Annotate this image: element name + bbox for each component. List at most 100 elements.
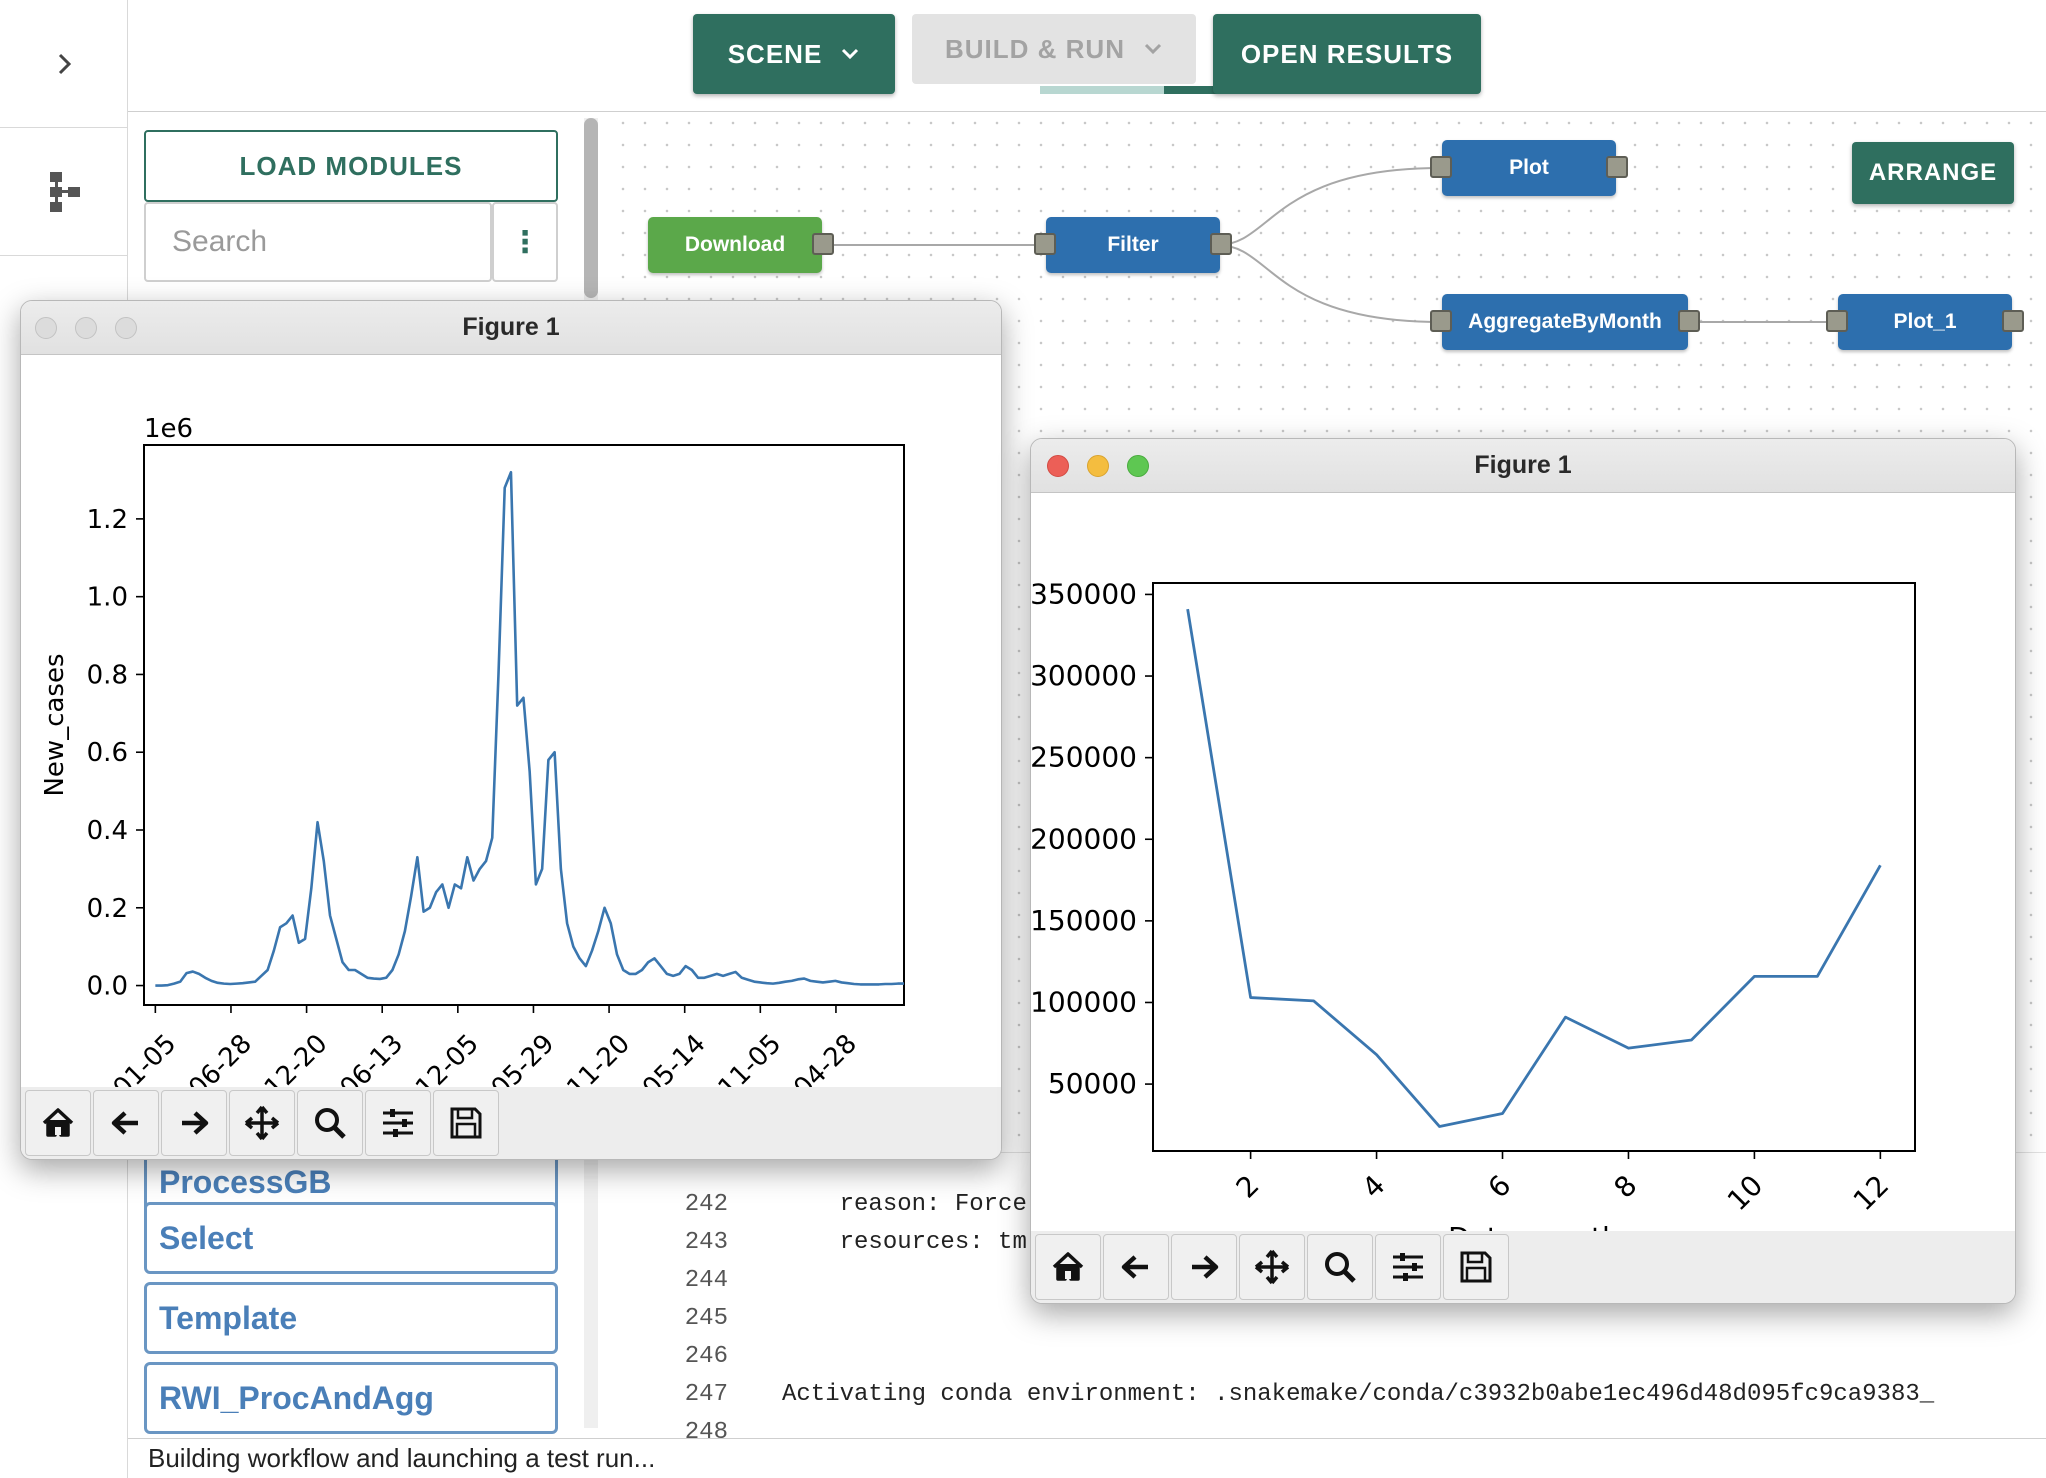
minimize-icon[interactable]	[1087, 455, 1109, 477]
home-tool-button[interactable]	[25, 1090, 91, 1156]
x-tick-label: 11-05	[713, 1029, 788, 1089]
maximize-icon[interactable]	[115, 317, 137, 339]
back-arrow-icon	[1121, 1255, 1148, 1279]
more-options-button[interactable]: ⋮	[492, 202, 558, 282]
y-tick-label: 1.0	[87, 583, 128, 613]
module-item[interactable]: Template	[144, 1282, 558, 1354]
log-line-text: Activating conda environment: .snakemake…	[782, 1380, 1935, 1408]
y-axis-label: New_cases	[40, 653, 70, 796]
forward-arrow-icon	[1192, 1255, 1219, 1279]
top-toolbar: SCENE BUILD & RUN OPEN RESULTS	[128, 0, 2046, 112]
node-download[interactable]: Download	[648, 217, 834, 273]
node-label: Plot_1	[1893, 310, 1957, 333]
load-modules-button[interactable]: LOAD MODULES	[144, 130, 558, 202]
log-line-number: 244	[684, 1266, 728, 1294]
scene-label: SCENE	[727, 38, 823, 69]
search-input[interactable]	[144, 202, 492, 282]
pan-tool-button[interactable]	[1239, 1234, 1305, 1300]
figure-window-2: Figure 1 50000 100000 150000 200000 250000 30…	[1030, 438, 2016, 1304]
new-cases-series-line	[155, 470, 904, 987]
open-results-button[interactable]: OPEN RESULTS	[1213, 14, 1481, 94]
configure-icon	[383, 1109, 413, 1137]
x-tick-label: 10	[1721, 1169, 1770, 1218]
y-tick-label: 0.4	[87, 816, 128, 846]
y-tick-label: 250000	[1031, 741, 1137, 774]
figure-window-1: Figure 1 0.0 0.2 0.4 0.6 0.8 1.0 1.2 1e6 New_cas…	[20, 300, 1002, 1160]
y-tick-label: 100000	[1031, 985, 1137, 1018]
figure-titlebar[interactable]: Figure 1	[21, 301, 1001, 355]
scene-button[interactable]: SCENE	[693, 14, 895, 94]
node-filter[interactable]: Filter	[1034, 217, 1232, 273]
y-tick-label: 300000	[1031, 659, 1137, 692]
build-run-label: BUILD & RUN	[945, 33, 1125, 64]
output-port[interactable]	[1210, 233, 1232, 255]
log-line-number: 243	[684, 1228, 728, 1256]
workflow-view-button[interactable]	[0, 128, 127, 256]
figure-toolbar	[1031, 1231, 2015, 1303]
x-tick-label: 11-20	[561, 1029, 636, 1089]
y-tick-label: 50000	[1048, 1067, 1137, 1100]
figure-titlebar[interactable]: Figure 1	[1031, 439, 2015, 493]
close-icon[interactable]	[35, 317, 57, 339]
back-arrow-icon	[111, 1111, 138, 1135]
pan-tool-button[interactable]	[229, 1090, 295, 1156]
zoom-icon	[1325, 1252, 1356, 1283]
arrange-button[interactable]: ARRANGE	[1852, 142, 2014, 204]
log-line-text: resources: tm	[782, 1228, 1027, 1256]
log-line: 247 Activating conda environment: .snakem…	[612, 1375, 2046, 1413]
back-arrow-tool-button[interactable]	[1103, 1234, 1169, 1300]
figure-title: Figure 1	[1474, 451, 1572, 479]
y-tick-label: 0.8	[87, 660, 128, 690]
y-tick-label: 150000	[1031, 904, 1137, 937]
monthly-aggregate-chart: 50000 100000 150000 200000 250000 300000 35000…	[1031, 577, 1916, 1233]
status-text: Building workflow and launching a test r…	[148, 1443, 656, 1473]
node-label: Download	[684, 233, 786, 256]
minimize-icon[interactable]	[75, 317, 97, 339]
input-port[interactable]	[1034, 233, 1056, 255]
back-arrow-tool-button[interactable]	[93, 1090, 159, 1156]
x-tick-label: 2	[1230, 1169, 1266, 1205]
save-tool-button[interactable]	[433, 1090, 499, 1156]
y-tick-label: 0.0	[87, 972, 128, 1002]
edge-filter-plot	[1217, 167, 1442, 246]
zoom-tool-button[interactable]	[1307, 1234, 1373, 1300]
save-tool-button[interactable]	[1443, 1234, 1509, 1300]
forward-arrow-tool-button[interactable]	[1171, 1234, 1237, 1300]
build-run-button[interactable]: BUILD & RUN	[912, 14, 1196, 84]
forward-arrow-tool-button[interactable]	[161, 1090, 227, 1156]
figure-toolbar	[21, 1087, 1001, 1159]
node-aggregatebymonth[interactable]: AggregateByMonth	[1430, 294, 1700, 350]
input-port[interactable]	[1430, 310, 1452, 332]
node-plot[interactable]: Plot	[1430, 140, 1628, 196]
x-tick-label: 04-28	[788, 1029, 863, 1089]
output-port[interactable]	[1606, 156, 1628, 178]
module-item[interactable]: Select	[144, 1202, 558, 1274]
y-tick-label: 350000	[1031, 577, 1137, 610]
configure-tool-button[interactable]	[1375, 1234, 1441, 1300]
log-line-number: 242	[684, 1190, 728, 1218]
output-port[interactable]	[812, 233, 834, 255]
log-line: 246	[612, 1337, 2046, 1375]
output-port[interactable]	[2002, 310, 2024, 332]
input-port[interactable]	[1430, 156, 1452, 178]
close-icon[interactable]	[1047, 455, 1069, 477]
maximize-icon[interactable]	[1127, 455, 1149, 477]
configure-icon	[1393, 1253, 1423, 1281]
forward-arrow-icon	[182, 1111, 209, 1135]
output-port[interactable]	[1678, 310, 1700, 332]
home-tool-button[interactable]	[1035, 1234, 1101, 1300]
module-item[interactable]: RWI_ProcAndAgg	[144, 1362, 558, 1434]
edge-filter-aggregate	[1217, 244, 1442, 323]
expand-rail-button[interactable]	[0, 0, 127, 128]
zoom-tool-button[interactable]	[297, 1090, 363, 1156]
home-icon	[1052, 1252, 1084, 1281]
scrollbar-thumb[interactable]	[584, 118, 598, 298]
x-tick-label: 6	[1482, 1169, 1518, 1205]
node-plot-1[interactable]: Plot_1	[1826, 294, 2024, 350]
configure-tool-button[interactable]	[365, 1090, 431, 1156]
x-tick-label: 01-05	[108, 1029, 183, 1089]
node-label: Plot	[1509, 156, 1549, 179]
figure-title: Figure 1	[462, 313, 560, 341]
pan-icon	[244, 1105, 280, 1141]
input-port[interactable]	[1826, 310, 1848, 332]
